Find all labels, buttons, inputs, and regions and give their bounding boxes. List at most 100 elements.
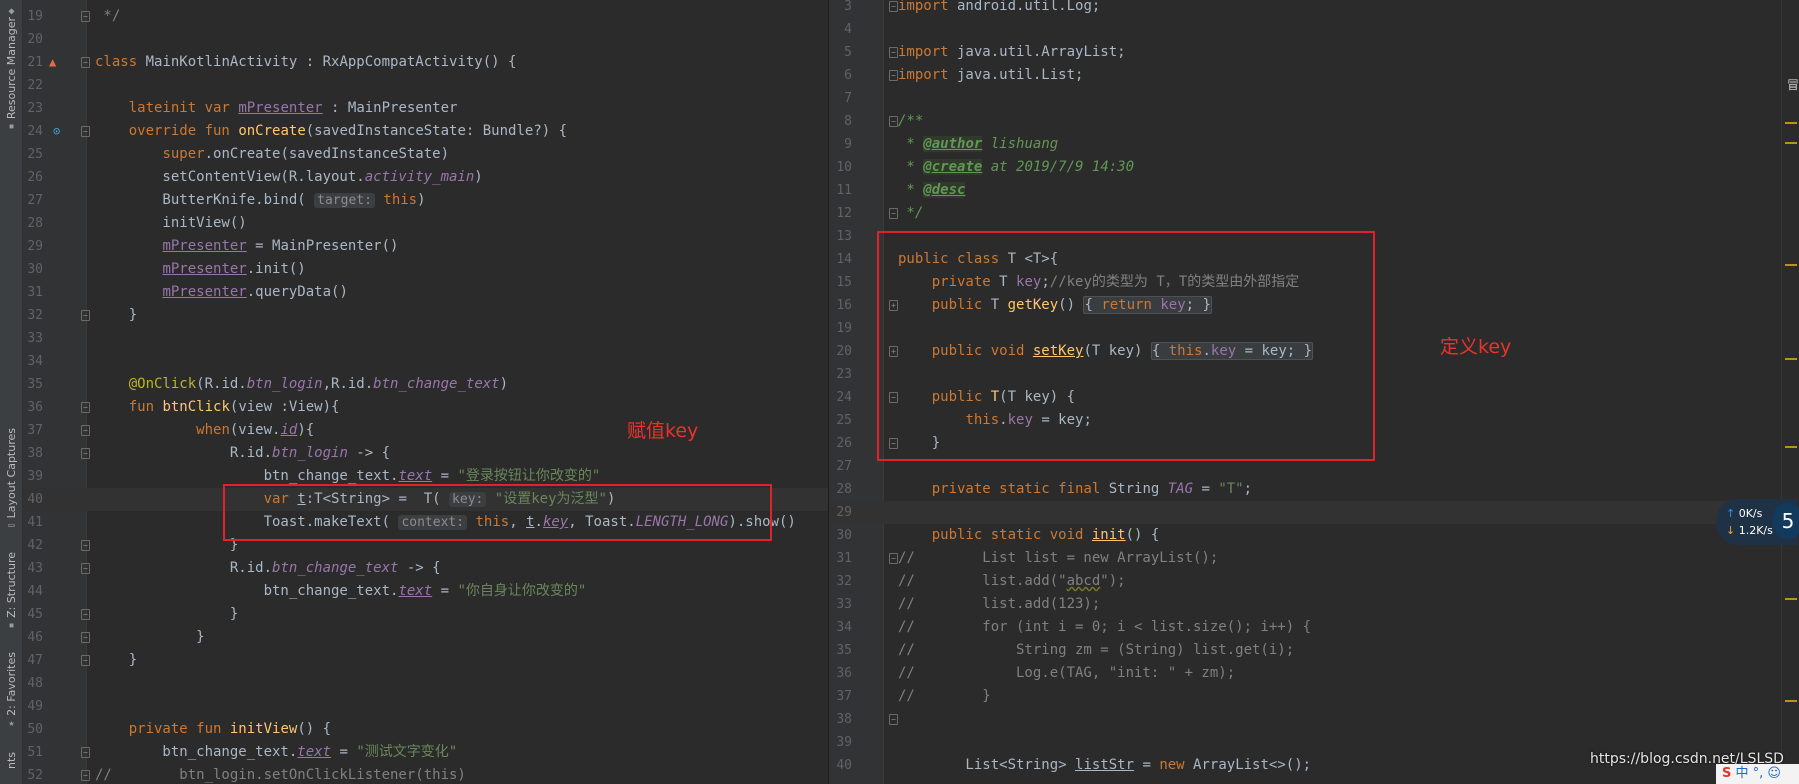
code-line[interactable]: 20 (23, 28, 828, 51)
code-line[interactable]: 37 − when(view.id){ (23, 419, 828, 442)
layout-captures-tab[interactable]: Layout Captures ▭ (2, 428, 21, 531)
override-icon[interactable]: ⊙ (53, 124, 60, 138)
code-line[interactable]: 11 * @desc (832, 179, 1799, 202)
fold-toggle-icon[interactable]: − (889, 714, 898, 725)
code-line[interactable]: 5 − import java.util.ArrayList; (832, 41, 1799, 64)
line-number: 34 (836, 620, 852, 635)
code-line[interactable]: 43 − R.id.btn_change_text -> { (23, 557, 828, 580)
activity-icon[interactable]: ▲ (49, 55, 56, 69)
code-line[interactable]: 46 − } (23, 626, 828, 649)
code-line[interactable]: 6 − import java.util.List; (832, 64, 1799, 87)
fold-toggle-icon[interactable]: − (889, 47, 898, 58)
fold-toggle-icon[interactable]: − (81, 540, 90, 551)
code-line[interactable]: 33 // list.add(123); (832, 593, 1799, 616)
code-line[interactable]: 28 initView() (23, 212, 828, 235)
resource-manager-tab[interactable]: ◆ Resource Manager ▪ (2, 4, 21, 132)
network-speed-widget[interactable]: ↑ 0K/s ↓ 1.2K/s 5 (1716, 499, 1799, 545)
code-line[interactable]: 31 −// List list = new ArrayList(); (832, 547, 1799, 570)
code-line[interactable]: 36 // Log.e(TAG, "init: " + zm); (832, 662, 1799, 685)
fold-toggle-icon[interactable]: − (889, 70, 898, 81)
code-line[interactable]: 4 (832, 18, 1799, 41)
favorites-tab[interactable]: 2: Favorites ★ (2, 652, 21, 729)
line-number: 45 (27, 607, 43, 622)
code-line[interactable]: 27 ButterKnife.bind( target: this) (23, 189, 828, 212)
fold-toggle-icon[interactable]: − (81, 448, 90, 459)
java-editor[interactable]: 3− import android.util.Log; 4 5− import java… (832, 0, 1799, 784)
fold-toggle-icon[interactable]: − (81, 310, 90, 321)
code-text: mPresenter = MainPresenter() (162, 238, 399, 254)
line-number: 26 (27, 170, 43, 185)
editor-scrollbar[interactable] (1781, 0, 1799, 784)
code-line[interactable]: 30 public static void init() { (832, 524, 1799, 547)
code-line[interactable]: 26 setContentView(R.layout.activity_main… (23, 166, 828, 189)
code-line[interactable]: 22 (23, 74, 828, 97)
code-line[interactable]: 32 − } (23, 304, 828, 327)
code-line[interactable]: 28 private static final String TAG = "T"… (832, 478, 1799, 501)
fold-toggle-icon[interactable]: − (81, 57, 90, 68)
code-line[interactable]: 52 −// btn_login.setOnClickListener(this) (23, 764, 828, 784)
code-line[interactable]: 32 // list.add("abcd"); (832, 570, 1799, 593)
ime-toolbar[interactable]: S 中 °, ☺ (1716, 764, 1799, 784)
code-line[interactable]: 38 − (832, 708, 1799, 731)
code-line[interactable]: 29 mPresenter = MainPresenter() (23, 235, 828, 258)
code-line[interactable]: 10 * @create at 2019/7/9 14:30 (832, 156, 1799, 179)
line-number: 52 (27, 768, 43, 783)
code-line[interactable]: 47 − } (23, 649, 828, 672)
code-line[interactable]: 3 − import android.util.Log; (832, 0, 1799, 18)
code-line[interactable]: 23 lateinit var mPresenter : MainPresent… (23, 97, 828, 120)
fold-toggle-icon[interactable]: − (889, 553, 898, 564)
fold-toggle-icon[interactable]: − (889, 1, 898, 12)
fold-toggle-icon[interactable]: − (81, 563, 90, 574)
code-line[interactable]: 36 − fun btnClick(view :View){ (23, 396, 828, 419)
code-text: initView() (95, 215, 247, 231)
fold-toggle-icon[interactable]: − (81, 402, 90, 413)
code-line[interactable]: 9 * @author lishuang (832, 133, 1799, 156)
speed-badge[interactable]: 5 (1772, 503, 1799, 539)
code-line[interactable]: 34 (23, 350, 828, 373)
code-line[interactable]: 51 − btn_change_text.text = "测试文字变化" (23, 741, 828, 764)
code-text: } (95, 629, 205, 645)
code-line[interactable]: 38 − R.id.btn_login -> { (23, 442, 828, 465)
fold-toggle-icon[interactable]: − (81, 609, 90, 620)
line-number: 27 (836, 459, 852, 474)
code-line[interactable]: 44 btn_change_text.text = "你自身让你改变的" (23, 580, 828, 603)
code-text: // } (898, 688, 991, 704)
fold-toggle-icon[interactable]: − (81, 655, 90, 666)
code-line[interactable]: 12 − */ (832, 202, 1799, 225)
ime-status[interactable]: 中 °, ☺ (1736, 766, 1781, 781)
fold-toggle-icon[interactable]: − (81, 747, 90, 758)
code-line[interactable]: 31 mPresenter.queryData() (23, 281, 828, 304)
line-number: 24 (836, 390, 852, 405)
fold-toggle-icon[interactable]: − (889, 208, 898, 219)
code-line[interactable]: 24 − ⊙ override fun onCreate(savedInstance… (23, 120, 828, 143)
code-line[interactable]: 19 − */ (23, 5, 828, 28)
code-line[interactable]: 49 (23, 695, 828, 718)
fold-toggle-icon[interactable]: − (81, 770, 90, 781)
code-line[interactable]: 35 @OnClick(R.id.btn_login,R.id.btn_chan… (23, 373, 828, 396)
kotlin-editor[interactable]: 19 − */ 20 21 − ▲ class MainKotlinActivity : R… (23, 0, 828, 784)
code-text: * @desc (898, 182, 966, 198)
code-line[interactable]: 45 − } (23, 603, 828, 626)
code-line[interactable]: 21 − ▲ class MainKotlinActivity : RxAppComp… (23, 51, 828, 74)
code-line[interactable]: 25 super.onCreate(savedInstanceState) (23, 143, 828, 166)
fold-toggle-icon[interactable]: − (81, 11, 90, 22)
fold-toggle-icon[interactable]: − (81, 425, 90, 436)
fold-toggle-icon[interactable]: − (81, 632, 90, 643)
code-line[interactable]: 48 (23, 672, 828, 695)
code-line[interactable]: 50 private fun initView() { (23, 718, 828, 741)
code-line[interactable]: 34 // for (int i = 0; i < list.size(); i+… (832, 616, 1799, 639)
code-text: lateinit var mPresenter : MainPresenter (128, 100, 458, 116)
code-line[interactable]: 7 (832, 87, 1799, 110)
fold-toggle-icon[interactable]: − (889, 116, 898, 127)
code-line[interactable]: 33 (23, 327, 828, 350)
annotation-assign-key: 赋值key (627, 420, 699, 442)
line-number: 26 (836, 436, 852, 451)
build-variants-tab[interactable]: nts (2, 752, 21, 769)
code-line[interactable]: 37 // } (832, 685, 1799, 708)
code-line[interactable]: 35 // String zm = (String) list.get(i); (832, 639, 1799, 662)
structure-tab[interactable]: Z: Structure ▪ (2, 552, 21, 631)
code-line[interactable]: 30 mPresenter.init() (23, 258, 828, 281)
code-line[interactable]: 29 (832, 501, 1799, 524)
code-line[interactable]: 8 −/** (832, 110, 1799, 133)
fold-toggle-icon[interactable]: − (81, 126, 90, 137)
